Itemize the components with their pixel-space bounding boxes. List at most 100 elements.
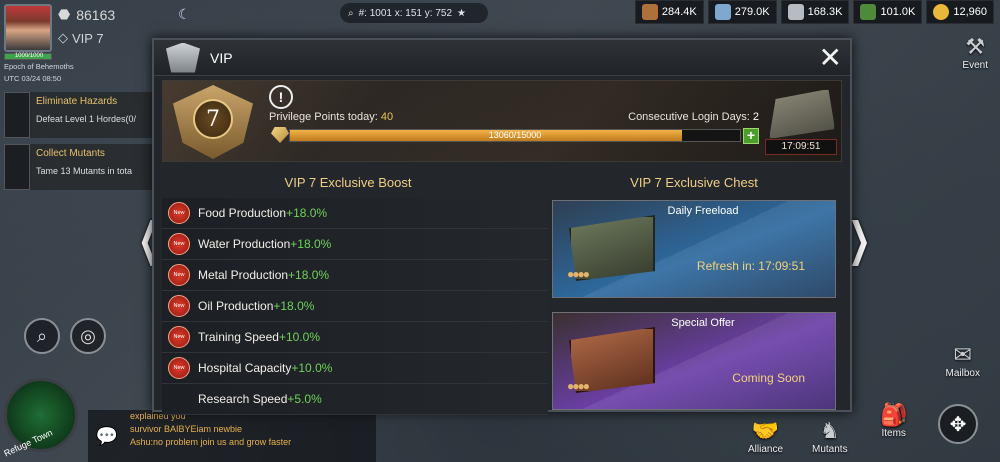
quest-title: Collect Mutants	[36, 148, 105, 159]
metal-value: 168.3K	[807, 6, 843, 18]
close-button[interactable]: ✕	[819, 44, 842, 72]
new-badge-icon: New	[168, 233, 190, 255]
search-map-button[interactable]: ⌕	[24, 318, 60, 354]
magnifier-icon: ⌕	[36, 325, 48, 346]
bookmark-star-icon[interactable]: ★	[457, 8, 466, 19]
chest-timer: 17:09:51	[765, 139, 837, 155]
boost-value: +18.0%	[288, 268, 330, 282]
coordinate-text: #: 1001 x: 151 y: 752	[358, 7, 453, 19]
quest-eliminate-hazards[interactable]: Eliminate Hazards Defeat Level 1 Hordes(…	[4, 92, 154, 138]
login-label: Consecutive Login Days:	[628, 111, 750, 123]
mailbox-button[interactable]: ✉ Mailbox	[946, 342, 980, 379]
power-value: 86163	[76, 6, 116, 23]
avatar[interactable]	[4, 4, 52, 52]
card-title: Special Offer	[671, 317, 735, 329]
boost-name: Oil Production	[198, 299, 274, 313]
info-icon[interactable]: !	[269, 85, 293, 109]
mutants-button[interactable]: ♞ Mutants	[812, 418, 848, 455]
items-button[interactable]: 🎒 Items	[880, 402, 907, 439]
mutant-quest-icon	[4, 144, 30, 190]
dialog-header: VIP ✕	[154, 40, 850, 76]
vip-level-number: 7	[193, 99, 233, 139]
gold-icon	[933, 4, 950, 20]
privilege-points: Privilege Points today: 40	[269, 111, 393, 123]
coordinate-bar[interactable]: ⌕ #: 1001 x: 151 y: 752 ★	[340, 3, 488, 23]
dialog-title: VIP	[210, 49, 233, 66]
hp-text: 1000/1000	[14, 53, 44, 59]
vip-progress-text: 13060/15000	[488, 130, 542, 140]
special-offer-card[interactable]: ●●●● Special Offer Coming Soon	[552, 312, 836, 410]
boost-value: +18.0%	[286, 206, 328, 220]
event-label: Event	[962, 60, 988, 71]
coins-icon: ●●●●	[567, 267, 590, 281]
alliance-label: Alliance	[748, 444, 784, 455]
resource-water[interactable]: 279.0K	[707, 0, 777, 24]
chest-header: VIP 7 Exclusive Chest	[630, 175, 758, 190]
card-subtitle: Refresh in: 17:09:51	[696, 259, 805, 273]
quest-collect-mutants[interactable]: Collect Mutants Tame 13 Mutants in tota	[4, 144, 154, 190]
boost-name: Training Speed	[198, 330, 279, 344]
water-icon	[714, 4, 731, 20]
coins-icon: ●●●●	[567, 379, 590, 393]
oil-value: 101.0K	[880, 6, 916, 18]
backpack-icon: 🎒	[880, 402, 908, 427]
radar-button[interactable]: ◎	[70, 318, 106, 354]
vip-banner: 7 ! Privilege Points today: 40 Consecuti…	[162, 80, 842, 162]
mutants-label: Mutants	[812, 444, 848, 455]
consecutive-login: Consecutive Login Days: 2	[628, 111, 759, 123]
event-button[interactable]: ⚒ Event	[962, 34, 988, 71]
vip-chest-icon[interactable]	[769, 89, 835, 139]
mutants-icon: ♞	[819, 418, 840, 443]
card-title: Daily Freeload	[667, 205, 739, 217]
resource-gold[interactable]: 12,960	[926, 0, 994, 24]
boost-name: Research Speed	[198, 392, 288, 406]
vip-progress-bar: 13060/15000	[289, 129, 741, 142]
boost-row: New Water Production +18.0%	[162, 229, 548, 260]
privilege-label: Privilege Points today:	[269, 111, 378, 123]
boost-list: New Food Production +18.0% New Water Product…	[162, 198, 548, 415]
boost-row: New Food Production +18.0%	[162, 198, 548, 229]
night-mode-icon[interactable]: ☾	[178, 6, 191, 23]
chat-panel[interactable]: 💬 explained you survivor BAIBYEiam newbi…	[88, 410, 376, 462]
quest-title: Eliminate Hazards	[36, 96, 118, 107]
mailbox-label: Mailbox	[945, 368, 980, 379]
move-arrows-icon: ✥	[949, 413, 967, 436]
power-icon: ⬣	[58, 6, 71, 22]
new-badge-icon: New	[168, 202, 190, 224]
chat-line: survivor BAIBYEiam newbie	[130, 424, 243, 434]
boost-row: New Oil Production +18.0%	[162, 291, 548, 322]
daily-freeload-card[interactable]: ●●●● Daily Freeload Refresh in: 17:09:51	[552, 200, 836, 298]
boost-name: Food Production	[198, 206, 287, 220]
boost-row: New Training Speed +10.0%	[162, 322, 548, 353]
food-icon	[641, 4, 658, 20]
resource-food[interactable]: 284.4K	[634, 0, 704, 24]
boost-value: +10.0%	[291, 361, 333, 375]
card-subtitle: Coming Soon	[732, 371, 805, 385]
power-display: ⬣ 86163	[58, 6, 115, 23]
add-points-button[interactable]: +	[743, 128, 759, 144]
boost-header: VIP 7 Exclusive Boost	[284, 175, 412, 190]
login-value: 2	[752, 111, 759, 123]
resource-oil[interactable]: 101.0K	[853, 0, 923, 24]
resource-metal[interactable]: 168.3K	[780, 0, 850, 24]
alliance-button[interactable]: 🤝 Alliance	[748, 418, 783, 455]
boost-value: +18.0%	[290, 237, 332, 251]
plus-icon: +	[746, 127, 756, 143]
boost-row: New Metal Production +18.0%	[162, 260, 548, 291]
vip-emblem-icon	[166, 42, 200, 73]
vip-points-gem-icon	[271, 127, 289, 143]
chat-bubble-icon: 💬	[95, 425, 119, 446]
new-badge-icon: New	[168, 326, 190, 348]
new-badge-icon: New	[168, 295, 190, 317]
vip-level-tag[interactable]: ◇ VIP 7	[58, 30, 104, 46]
new-badge-icon: New	[168, 264, 190, 286]
radar-icon: ◎	[80, 325, 96, 346]
resource-bar: 284.4K 279.0K 168.3K 101.0K 12,960	[634, 0, 994, 24]
boost-value: +18.0%	[273, 299, 315, 313]
move-camera-button[interactable]: ✥	[938, 404, 978, 444]
vip-label: VIP 7	[72, 30, 104, 46]
mailbox-icon: ✉	[953, 342, 972, 367]
utc-time: UTC 03/24 08:50	[4, 74, 62, 83]
water-value: 279.0K	[734, 6, 770, 18]
quest-desc: Tame 13 Mutants in tota	[36, 166, 133, 176]
